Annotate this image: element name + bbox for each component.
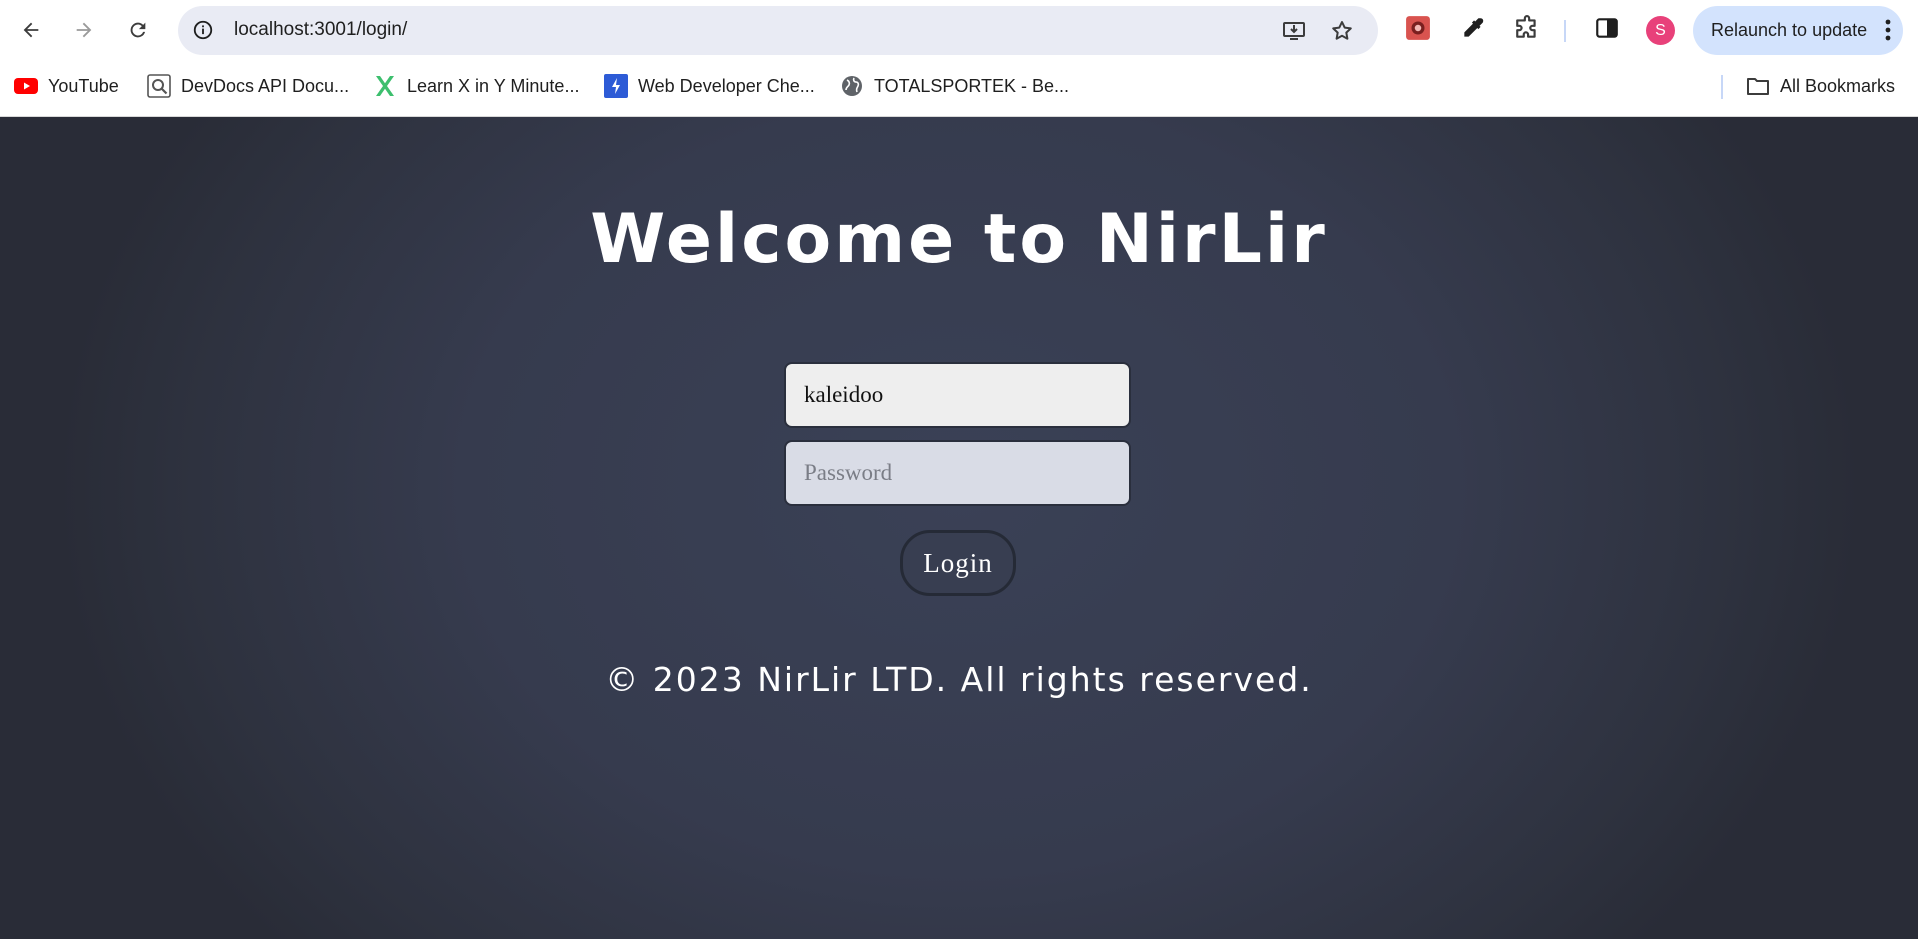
forward-button[interactable] <box>66 12 102 48</box>
learnx-icon <box>373 74 397 98</box>
extensions-puzzle-icon[interactable] <box>1512 13 1542 43</box>
bookmark-learnx[interactable]: Learn X in Y Minute... <box>373 73 579 99</box>
bookmark-webdev[interactable]: Web Developer Che... <box>604 73 815 99</box>
relaunch-label: Relaunch to update <box>1711 20 1868 40</box>
youtube-icon <box>14 74 38 98</box>
copyright-footer: © 2023 NirLir LTD. All rights reserved. <box>605 660 1313 699</box>
bookmark-totalsportek[interactable]: TOTALSPORTEK - Be... <box>840 73 1069 99</box>
profile-avatar[interactable]: S <box>1646 16 1675 45</box>
page-title: Welcome to NirLir <box>590 200 1328 279</box>
all-bookmarks-button[interactable]: All Bookmarks <box>1746 73 1895 99</box>
more-menu-icon[interactable] <box>1885 19 1891 41</box>
devdocs-icon <box>147 74 171 98</box>
login-button[interactable]: Login <box>900 530 1016 596</box>
folder-icon <box>1746 74 1770 98</box>
side-panel-icon[interactable] <box>1592 13 1622 43</box>
back-button[interactable] <box>13 12 49 48</box>
address-bar[interactable]: localhost:3001/login/ <box>178 6 1378 55</box>
webdev-icon <box>604 74 628 98</box>
reload-icon <box>130 22 146 38</box>
arrow-right-icon <box>76 22 92 38</box>
relaunch-button[interactable]: Relaunch to update <box>1693 6 1903 55</box>
bookmark-star-icon[interactable] <box>1329 18 1355 44</box>
extension-red-icon[interactable] <box>1403 13 1433 43</box>
login-page: Welcome to NirLir Login © 2023 NirLir LT… <box>0 117 1918 939</box>
bookmark-youtube[interactable]: YouTube <box>14 73 119 99</box>
arrow-left-icon <box>23 22 39 38</box>
toolbar-divider <box>1564 20 1566 42</box>
site-info-icon[interactable] <box>192 19 214 41</box>
username-input[interactable] <box>784 362 1131 428</box>
password-input[interactable] <box>784 440 1131 506</box>
bookmarks-divider <box>1721 75 1723 99</box>
url-text[interactable]: localhost:3001/login/ <box>234 19 407 41</box>
install-app-icon[interactable] <box>1281 18 1307 44</box>
bookmarks-bar: YouTube DevDocs API Docu... Learn X in Y… <box>0 61 1918 117</box>
reload-button[interactable] <box>120 12 156 48</box>
eyedropper-icon[interactable] <box>1458 13 1488 43</box>
browser-toolbar: localhost:3001/login/ S Relaunch to upda… <box>0 0 1918 61</box>
bookmark-devdocs[interactable]: DevDocs API Docu... <box>147 73 349 99</box>
globe-icon <box>840 74 864 98</box>
